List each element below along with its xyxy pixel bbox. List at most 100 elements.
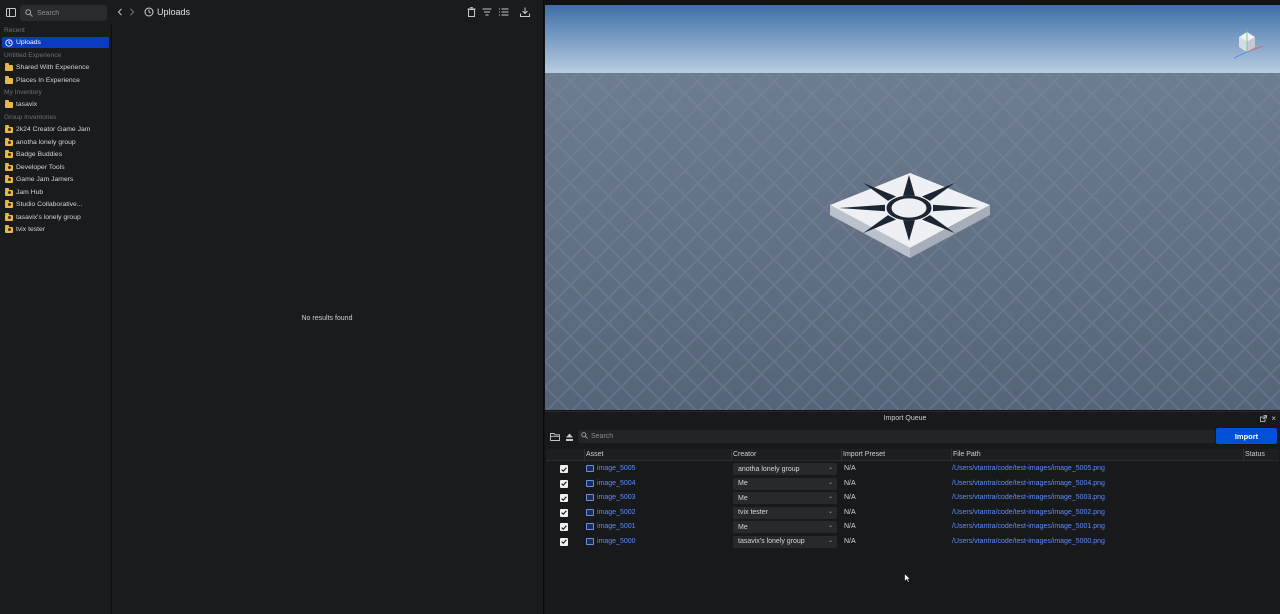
folder-icon bbox=[5, 76, 13, 85]
folder-icon bbox=[5, 63, 13, 72]
import-queue-search-box[interactable] bbox=[578, 430, 1215, 443]
asset-name[interactable]: image_5001 bbox=[597, 523, 636, 530]
filter-icon[interactable] bbox=[481, 6, 493, 18]
row-checkbox[interactable] bbox=[560, 494, 568, 502]
creator-dropdown[interactable]: tvix tester ⌄ bbox=[733, 506, 837, 519]
row-checkbox[interactable] bbox=[560, 465, 568, 473]
sidebar-item-shared-with-experience[interactable]: Shared With Experience bbox=[2, 62, 109, 73]
trash-icon[interactable] bbox=[465, 6, 477, 18]
asset-cell[interactable]: image_5000 bbox=[586, 537, 636, 545]
asset-cell[interactable]: image_5005 bbox=[586, 465, 636, 472]
sidebar-item-label: Places In Experience bbox=[16, 77, 80, 84]
column-header-import-preset[interactable]: Import Preset bbox=[843, 451, 885, 458]
group-folder-icon bbox=[5, 213, 13, 222]
sidebar-search-input[interactable] bbox=[37, 9, 101, 17]
sidebar-item-label: Game Jam Jamers bbox=[16, 176, 74, 183]
file-path-link[interactable]: /Users/vtantra/code/test-images/image_50… bbox=[952, 480, 1105, 487]
creator-value: tasavix's lonely group bbox=[738, 538, 805, 545]
upload-icon[interactable] bbox=[563, 431, 575, 443]
close-icon[interactable]: × bbox=[1271, 414, 1276, 423]
sidebar-item-group[interactable]: tvix tester bbox=[2, 224, 109, 235]
asset-name[interactable]: image_5000 bbox=[597, 538, 636, 545]
row-checkbox[interactable] bbox=[560, 479, 568, 488]
row-checkbox[interactable] bbox=[560, 508, 568, 517]
file-path-link[interactable]: /Users/vtantra/code/test-images/image_50… bbox=[952, 494, 1105, 501]
import-button[interactable]: Import bbox=[1216, 428, 1277, 444]
group-folder-icon bbox=[5, 188, 13, 197]
sidebar-item-group[interactable]: anotha lonely group bbox=[2, 137, 109, 148]
asset-cell[interactable]: image_5001 bbox=[586, 523, 636, 530]
sidebar-item-label: Badge Buddies bbox=[16, 151, 63, 158]
file-path-link[interactable]: /Users/vtantra/code/test-images/image_50… bbox=[952, 538, 1105, 545]
import-preset-value: N/A bbox=[844, 465, 856, 472]
sidebar-item-group[interactable]: Badge Buddies bbox=[2, 149, 109, 160]
import-preset-value: N/A bbox=[844, 537, 856, 545]
creator-dropdown[interactable]: anotha lonely group ⌄ bbox=[733, 463, 837, 475]
row-checkbox[interactable] bbox=[560, 537, 568, 546]
import-preset-value: N/A bbox=[844, 494, 856, 501]
sidebar-item-uploads[interactable]: Uploads bbox=[2, 37, 109, 48]
chevron-down-icon: ⌄ bbox=[827, 494, 833, 500]
sidebar-item-places-in-experience[interactable]: Places In Experience bbox=[2, 75, 109, 86]
list-view-icon[interactable] bbox=[498, 6, 510, 18]
search-icon bbox=[24, 8, 34, 18]
sidebar-toggle-icon[interactable] bbox=[5, 6, 17, 18]
clock-icon bbox=[143, 6, 155, 18]
row-checkbox[interactable] bbox=[560, 523, 568, 531]
sidebar-item-group[interactable]: Studio Collaborative... bbox=[2, 199, 109, 210]
import-download-icon[interactable] bbox=[519, 6, 531, 18]
forward-arrow-icon[interactable] bbox=[126, 6, 138, 18]
creator-dropdown[interactable]: Me ⌄ bbox=[733, 521, 837, 533]
sidebar-item-group[interactable]: tasavix's lonely group bbox=[2, 212, 109, 223]
import-queue-toolbar bbox=[545, 427, 1280, 445]
table-row: image_5000 tasavix's lonely group ⌄ N/A /… bbox=[546, 535, 1279, 550]
sidebar-item-tasavix[interactable]: tasavix bbox=[2, 99, 109, 110]
search-icon bbox=[581, 432, 588, 441]
asset-name[interactable]: image_5005 bbox=[597, 465, 636, 472]
creator-dropdown[interactable]: tasavix's lonely group ⌄ bbox=[733, 535, 837, 548]
sidebar-item-label: 2k24 Creator Game Jam bbox=[16, 126, 91, 133]
3d-viewport[interactable] bbox=[545, 5, 1280, 410]
column-header-creator[interactable]: Creator bbox=[733, 451, 756, 458]
column-header-status[interactable]: Status bbox=[1245, 451, 1265, 458]
asset-name[interactable]: image_5004 bbox=[597, 480, 636, 487]
back-arrow-icon[interactable] bbox=[114, 6, 126, 18]
asset-name[interactable]: image_5003 bbox=[597, 494, 636, 501]
import-queue-search-input[interactable] bbox=[591, 433, 1191, 440]
file-path-link[interactable]: /Users/vtantra/code/test-images/image_50… bbox=[952, 465, 1105, 472]
sidebar-item-label: Jam Hub bbox=[16, 189, 44, 196]
image-icon bbox=[586, 494, 594, 501]
creator-value: Me bbox=[738, 480, 748, 487]
table-row: image_5001 Me ⌄ N/A /Users/vtantra/code/t… bbox=[546, 520, 1279, 535]
open-folder-icon[interactable] bbox=[549, 431, 561, 443]
import-preset-value: N/A bbox=[844, 508, 856, 516]
asset-name[interactable]: image_5002 bbox=[597, 509, 636, 516]
sidebar-item-group[interactable]: Developer Tools bbox=[2, 162, 109, 173]
import-queue-panel: Import Queue × Import Asset bbox=[545, 411, 1280, 614]
column-header-asset[interactable]: Asset bbox=[586, 451, 604, 458]
empty-state-message: No results found bbox=[301, 315, 353, 322]
image-icon bbox=[586, 508, 594, 516]
file-path-link[interactable]: /Users/vtantra/code/test-images/image_50… bbox=[952, 523, 1105, 530]
file-path-link[interactable]: /Users/vtantra/code/test-images/image_50… bbox=[952, 509, 1105, 516]
import-preset-value: N/A bbox=[844, 523, 856, 530]
creator-dropdown[interactable]: Me ⌄ bbox=[733, 477, 837, 490]
column-header-file-path[interactable]: File Path bbox=[953, 451, 981, 458]
group-folder-icon bbox=[5, 163, 13, 172]
asset-cell[interactable]: image_5003 bbox=[586, 494, 636, 501]
asset-cell[interactable]: image_5002 bbox=[586, 508, 636, 516]
chevron-down-icon: ⌄ bbox=[827, 537, 833, 544]
sidebar-item-group[interactable]: Jam Hub bbox=[2, 187, 109, 198]
asset-cell[interactable]: image_5004 bbox=[586, 479, 636, 487]
popout-icon[interactable] bbox=[1260, 415, 1267, 424]
table-row: image_5005 anotha lonely group ⌄ N/A /Use… bbox=[546, 462, 1279, 477]
import-queue-title: Import Queue bbox=[883, 415, 927, 422]
sidebar-search-box[interactable] bbox=[20, 5, 107, 21]
image-icon bbox=[586, 465, 594, 472]
group-folder-icon bbox=[5, 200, 13, 209]
sidebar-header-recent: Recent bbox=[4, 27, 25, 34]
sidebar-item-group[interactable]: 2k24 Creator Game Jam bbox=[2, 124, 109, 135]
sidebar-item-group[interactable]: Game Jam Jamers bbox=[2, 174, 109, 185]
creator-dropdown[interactable]: Me ⌄ bbox=[733, 492, 837, 504]
sidebar-item-label: tasavix bbox=[16, 101, 38, 108]
